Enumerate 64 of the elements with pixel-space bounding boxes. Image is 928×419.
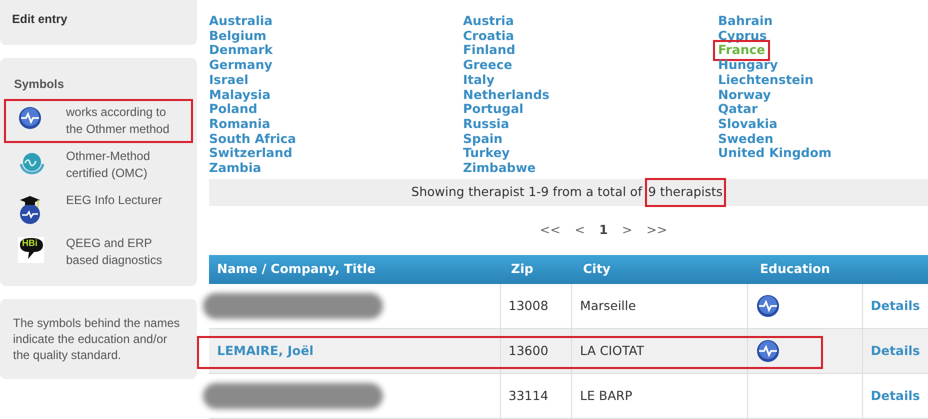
country-link[interactable]: Finland [463,43,516,58]
symbol-label: Othmer-Method certified (OMC) [66,148,152,182]
country-link[interactable]: Hungary [718,58,778,73]
country-link[interactable]: France [716,43,768,58]
column-header: Education [760,261,830,276]
country-link[interactable]: United Kingdom [718,146,832,162]
column-header: Zip [511,261,534,276]
name-link[interactable]: LEMAIRE, Joël [217,342,314,360]
country-link[interactable]: Sweden [718,132,774,146]
symbol-label: EEG Info Lecturer [66,192,164,209]
badge-text: HBi [22,239,38,248]
details-link[interactable]: Details [870,342,920,360]
country-link[interactable]: Russia [463,116,510,132]
country-link[interactable]: Greece [463,58,512,73]
country-link[interactable]: Malaysia [209,88,271,102]
details-link[interactable]: Details [870,386,920,406]
country-link[interactable]: Germany [209,58,272,73]
country-link[interactable]: Qatar [718,102,758,117]
page-link[interactable]: 1 [599,221,608,240]
panel-title: Symbols [13,76,66,93]
table-cell-text: 13008 [508,296,548,315]
column-header: City [583,261,611,276]
country-link[interactable]: Denmark [209,43,273,58]
info-text: The symbols behind the names indicate the education and/or the quality standard. [13,315,181,363]
country-link[interactable]: Poland [209,102,258,117]
country-link[interactable]: Norway [718,88,771,102]
summary-total: 9 therapists [645,178,726,207]
country-link[interactable]: Australia [209,14,273,29]
table-cell-text: LA CIOTAT [580,342,644,360]
country-link[interactable]: Zambia [209,161,262,176]
country-link[interactable]: Belgium [209,28,266,44]
globe-wreath-icon [18,150,46,176]
details-link[interactable]: Details [870,296,920,316]
country-link[interactable]: Spain [463,132,503,146]
country-link[interactable]: Romania [209,116,270,132]
country-link[interactable]: Croatia [463,28,514,44]
page-link[interactable]: << [540,221,561,240]
table-cell-text: 33114 [508,386,548,405]
country-link[interactable]: Zimbabwe [463,161,536,176]
summary-text: Showing therapist 1-9 from a total of [411,182,642,201]
country-link[interactable]: Italy [463,72,494,88]
country-link[interactable]: Cyprus [718,28,767,44]
panel-title: Edit entry [12,11,68,28]
graduation-cap-icon [18,194,42,225]
country-link[interactable]: Liechtenstein [718,72,814,88]
page-link[interactable]: > [622,221,632,240]
country-link[interactable]: Israel [209,72,248,88]
page-link[interactable]: < [574,221,586,240]
table-cell-text: LE BARP [580,386,632,405]
symbol-label: works according to the Othmer method [66,104,170,138]
waveform-circle-icon [18,106,42,130]
country-link[interactable]: Austria [463,14,514,29]
country-link[interactable]: Turkey [463,146,510,162]
country-link[interactable]: Portugal [463,102,524,117]
symbol-label: QEEG and ERP based diagnostics [66,235,164,269]
column-header: Name / Company, Title [217,261,376,276]
country-link[interactable]: Switzerland [209,146,292,162]
country-link[interactable]: Bahrain [718,14,773,29]
table-cell-text: Marseille [580,296,636,315]
page-link[interactable]: >> [646,221,668,240]
country-link[interactable]: Slovakia [718,116,778,132]
country-link[interactable]: South Africa [209,132,296,146]
country-link[interactable]: Netherlands [463,88,550,102]
table-cell-text: 13600 [508,342,548,360]
